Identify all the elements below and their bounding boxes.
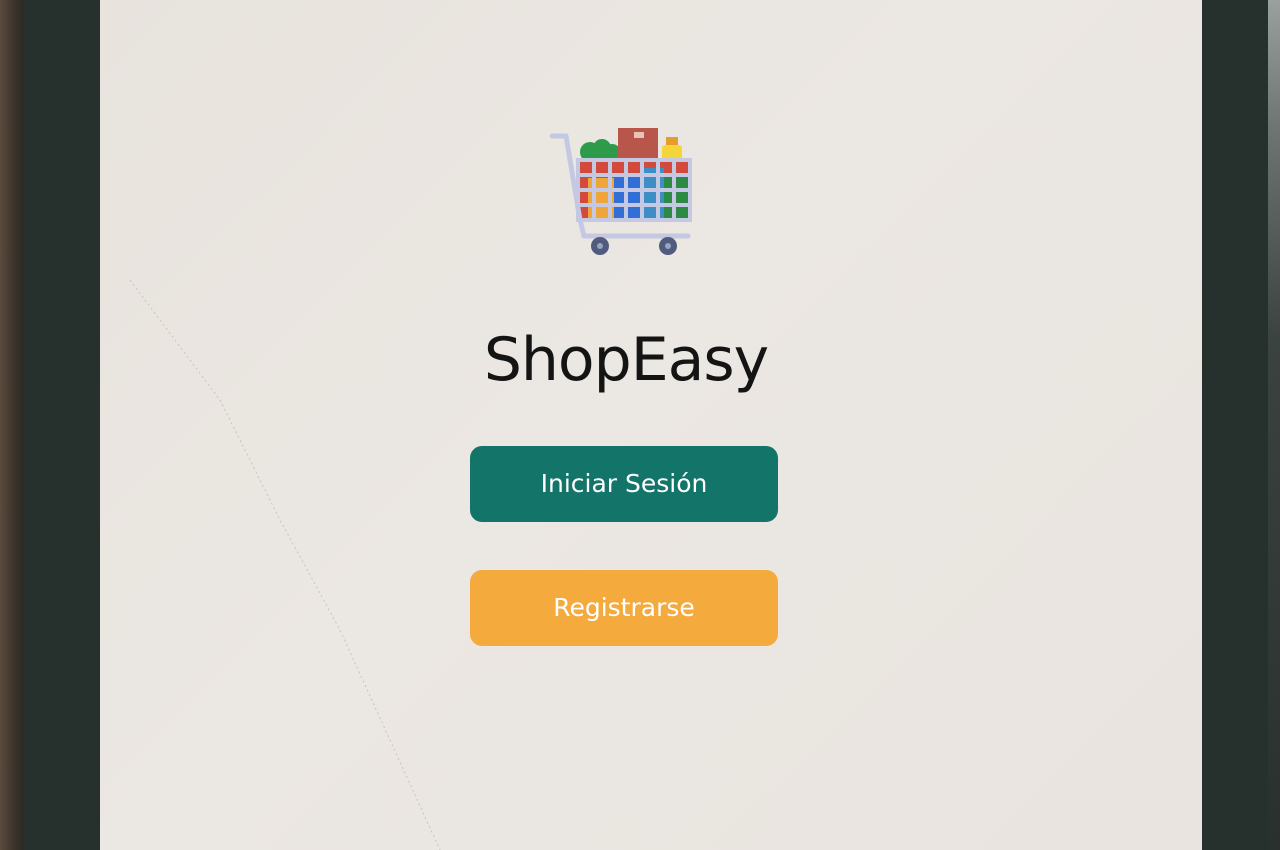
app-title: ShopEasy — [483, 325, 769, 395]
register-button[interactable]: Registrarse — [470, 570, 778, 646]
shopping-cart-icon — [550, 128, 692, 255]
device-edge — [1268, 0, 1280, 850]
app-screen: ShopEasy Iniciar Sesión Registrarse — [100, 0, 1202, 850]
login-button[interactable]: Iniciar Sesión — [470, 446, 778, 522]
